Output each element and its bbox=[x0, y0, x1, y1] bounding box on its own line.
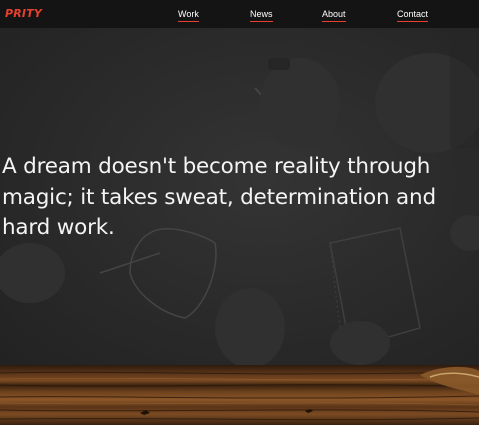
wood-texture bbox=[0, 366, 479, 421]
page: PRITY Work News About Contact A dream do… bbox=[0, 0, 479, 425]
nav-link-work[interactable]: Work bbox=[178, 9, 199, 22]
top-navbar: PRITY Work News About Contact bbox=[0, 0, 479, 28]
nav-link-contact[interactable]: Contact bbox=[397, 9, 429, 22]
wood-banner-image bbox=[0, 365, 479, 425]
site-logo[interactable]: PRITY bbox=[5, 7, 42, 20]
hero-quote: A dream doesn't become reality through m… bbox=[2, 154, 436, 240]
nav-link-about[interactable]: About bbox=[322, 9, 346, 22]
hero-section: A dream doesn't become reality through m… bbox=[0, 28, 479, 365]
nav-link-news[interactable]: News bbox=[250, 9, 273, 22]
